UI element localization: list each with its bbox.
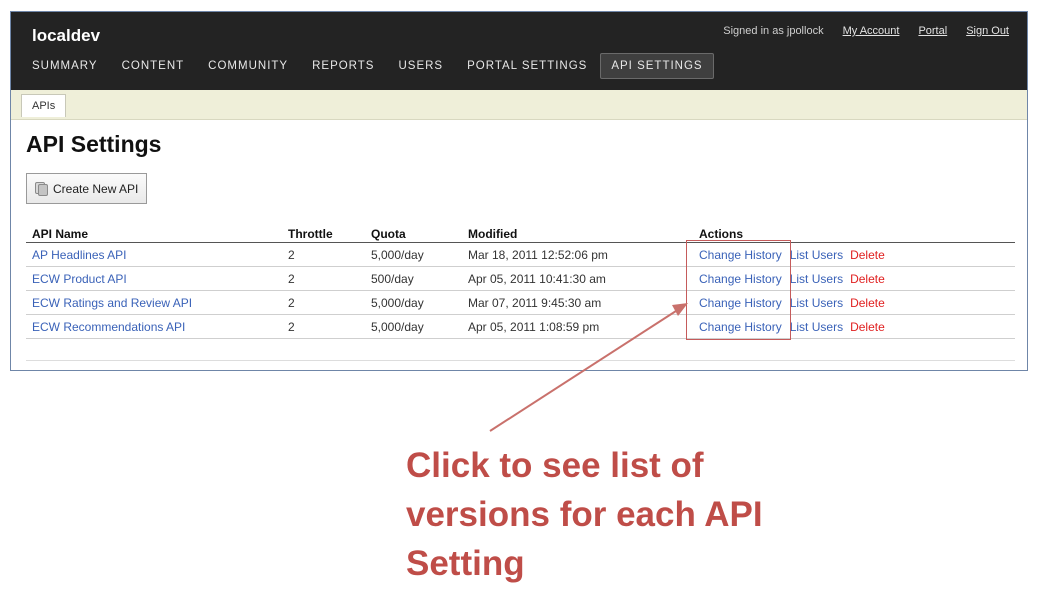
arrow-head xyxy=(672,303,688,316)
callout-line-1: Click to see list of xyxy=(406,446,704,485)
callout-line-2: versions for each API xyxy=(406,495,763,534)
callout-line-3: Setting xyxy=(406,544,525,583)
arrow-line xyxy=(489,310,677,432)
annotation-callout: Click to see list of versions for each A… xyxy=(406,441,886,588)
